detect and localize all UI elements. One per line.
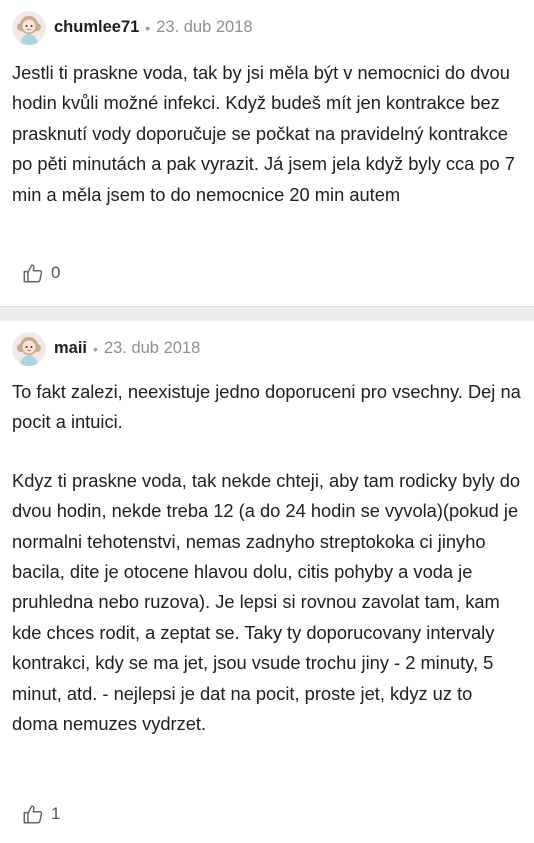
comment-header: maii • 23. dub 2018 xyxy=(12,321,522,375)
like-count: 1 xyxy=(51,804,61,823)
comment-author[interactable]: chumlee71 xyxy=(54,18,139,37)
like-control[interactable]: 0 xyxy=(22,262,60,284)
comment-paragraph: Jestli ti praskne voda, tak by jsi měla … xyxy=(12,62,515,205)
avatar-icon[interactable] xyxy=(12,331,46,366)
comment-divider xyxy=(0,306,534,321)
avatar-icon[interactable] xyxy=(12,10,46,45)
like-control[interactable]: 1 xyxy=(22,803,60,825)
thumbs-up-icon[interactable] xyxy=(22,803,44,825)
comment-body: To fakt zalezi, neexistuje jedno doporuc… xyxy=(12,375,522,739)
comment-card: chumlee71 • 23. dub 2018 Jestli ti prask… xyxy=(0,0,534,306)
comment-paragraph: To fakt zalezi, neexistuje jedno doporuc… xyxy=(12,381,521,433)
thumbs-up-icon[interactable] xyxy=(22,262,44,284)
comment-author[interactable]: maii xyxy=(54,339,87,358)
comment-card: maii • 23. dub 2018 To fakt zalezi, neex… xyxy=(0,321,534,843)
comment-paragraph: Kdyz ti praskne voda, tak nekde chteji, … xyxy=(12,469,521,735)
comment-date: 23. dub 2018 xyxy=(103,339,201,357)
comment-date: 23. dub 2018 xyxy=(156,18,253,36)
like-count: 0 xyxy=(51,263,61,282)
meta-separator: • xyxy=(145,19,151,36)
meta-separator: • xyxy=(93,340,98,357)
comment-body: Jestli ti praskne voda, tak by jsi měla … xyxy=(12,54,522,210)
comment-header: chumlee71 • 23. dub 2018 xyxy=(12,0,522,54)
